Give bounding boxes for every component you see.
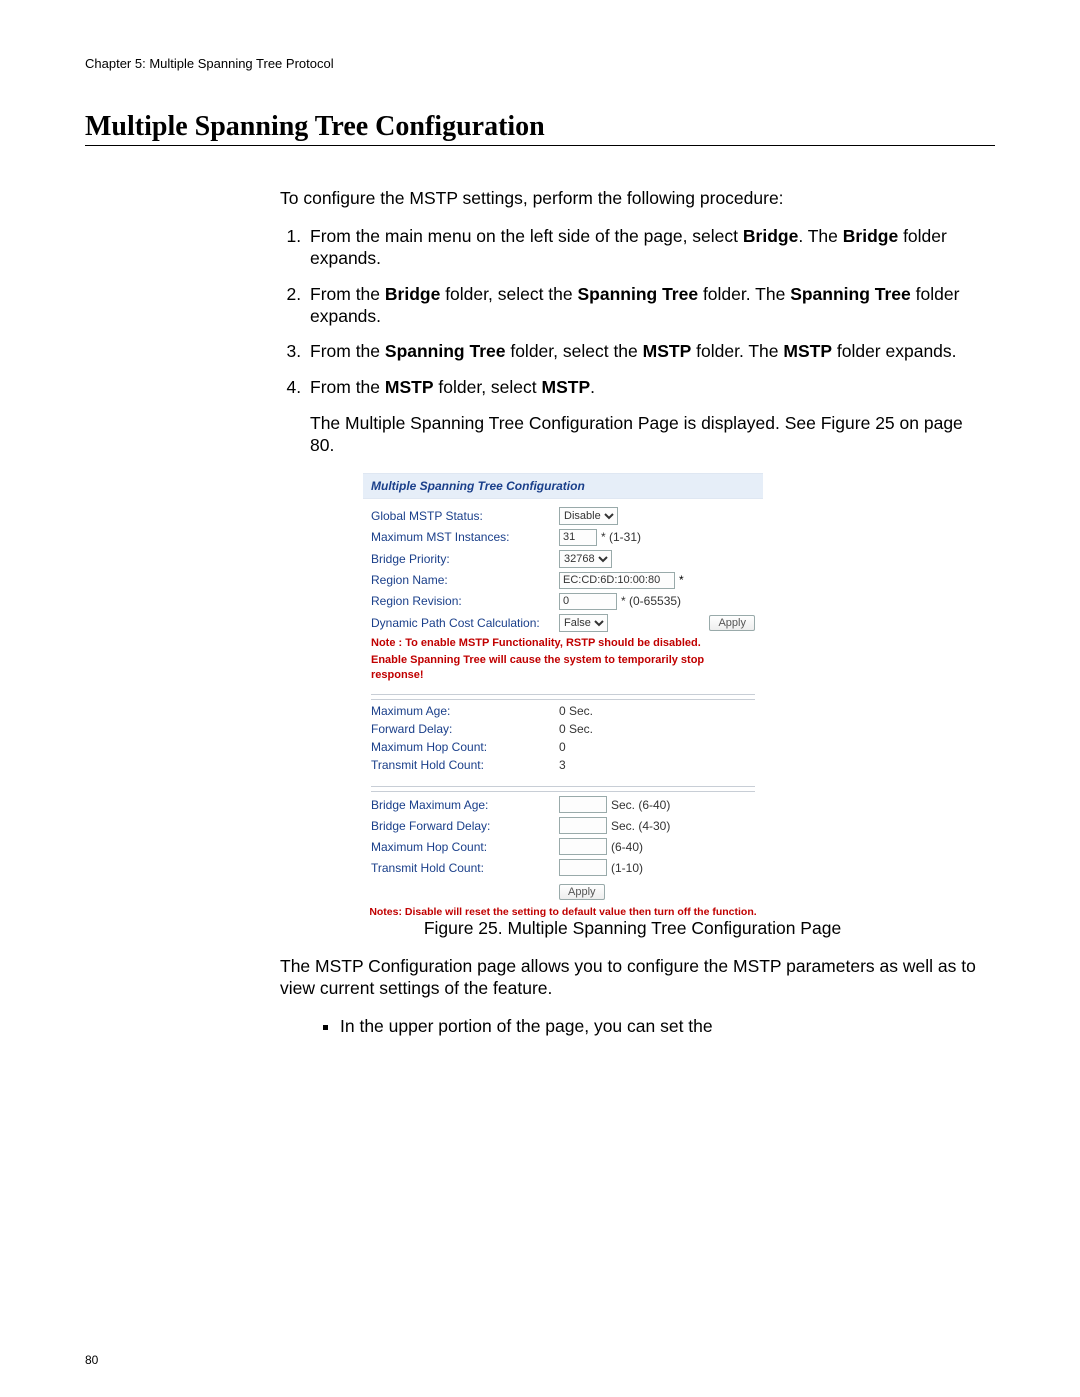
input-bridge-maximum-age[interactable] [559,796,607,813]
value-maximum-hop-count: 0 [559,740,566,754]
config-panel-figure: Multiple Spanning Tree Configuration Glo… [363,473,763,919]
input-bridge-max-hop[interactable] [559,838,607,855]
apply-button-top[interactable]: Apply [709,615,755,631]
label-dynamic-path-cost: Dynamic Path Cost Calculation: [371,616,559,630]
intro-paragraph: To configure the MSTP settings, perform … [280,188,985,210]
divider-2 [371,699,755,700]
page-number: 80 [85,1353,98,1367]
apply-button-bottom[interactable]: Apply [559,884,605,900]
input-region-name[interactable] [559,572,675,589]
label-maximum-hop-count: Maximum Hop Count: [371,740,559,754]
label-bridge-max-hop: Maximum Hop Count: [371,840,559,854]
hint-bridge-tx-hold: (1-10) [611,861,643,875]
hint-max-mst-instances: * (1-31) [601,530,641,544]
post-paragraph-1: The MSTP Configuration page allows you t… [280,956,985,1000]
label-transmit-hold-count: Transmit Hold Count: [371,758,559,772]
note-rstp-disabled: Note : To enable MSTP Functionality, RST… [371,636,755,651]
input-max-mst-instances[interactable] [559,529,597,546]
step-3: From the Spanning Tree folder, select th… [306,341,985,363]
bullet-upper-portion: In the upper portion of the page, you ca… [340,1016,985,1038]
label-global-mstp-status: Global MSTP Status: [371,509,559,523]
select-global-mstp-status[interactable]: Disable [559,507,618,525]
figure-caption: Figure 25. Multiple Spanning Tree Config… [280,918,985,940]
input-region-revision[interactable] [559,593,617,610]
label-bridge-priority: Bridge Priority: [371,552,559,566]
step-4-followup: The Multiple Spanning Tree Configuration… [310,413,985,457]
input-bridge-forward-delay[interactable] [559,817,607,834]
label-bridge-forward-delay: Bridge Forward Delay: [371,819,559,833]
asterisk-region-name: * [679,573,684,587]
value-maximum-age: 0 Sec. [559,704,593,718]
section-title: Multiple Spanning Tree Configuration [85,111,995,146]
step-1: From the main menu on the left side of t… [306,226,985,270]
divider-1 [371,694,755,695]
label-region-revision: Region Revision: [371,594,559,608]
note-disable-reset: Notes: Disable will reset the setting to… [363,906,763,918]
procedure-steps: From the main menu on the left side of t… [280,226,985,457]
chapter-header: Chapter 5: Multiple Spanning Tree Protoc… [85,56,995,71]
label-bridge-maximum-age: Bridge Maximum Age: [371,798,559,812]
divider-4 [371,791,755,792]
label-forward-delay: Forward Delay: [371,722,559,736]
label-region-name: Region Name: [371,573,559,587]
hint-region-revision: * (0-65535) [621,594,681,608]
select-bridge-priority[interactable]: 32768 [559,550,612,568]
select-dynamic-path-cost[interactable]: False [559,614,608,632]
value-transmit-hold-count: 3 [559,758,566,772]
hint-bridge-max-hop: (6-40) [611,840,643,854]
panel-title: Multiple Spanning Tree Configuration [363,473,763,499]
hint-bridge-maximum-age: Sec. (6-40) [611,798,670,812]
hint-bridge-forward-delay: Sec. (4-30) [611,819,670,833]
note-stop-response: Enable Spanning Tree will cause the syst… [371,653,755,683]
value-forward-delay: 0 Sec. [559,722,593,736]
step-2: From the Bridge folder, select the Spann… [306,284,985,328]
label-max-mst-instances: Maximum MST Instances: [371,530,559,544]
divider-3 [371,786,755,787]
label-maximum-age: Maximum Age: [371,704,559,718]
label-bridge-tx-hold: Transmit Hold Count: [371,861,559,875]
step-4: From the MSTP folder, select MSTP. The M… [306,377,985,457]
input-bridge-tx-hold[interactable] [559,859,607,876]
